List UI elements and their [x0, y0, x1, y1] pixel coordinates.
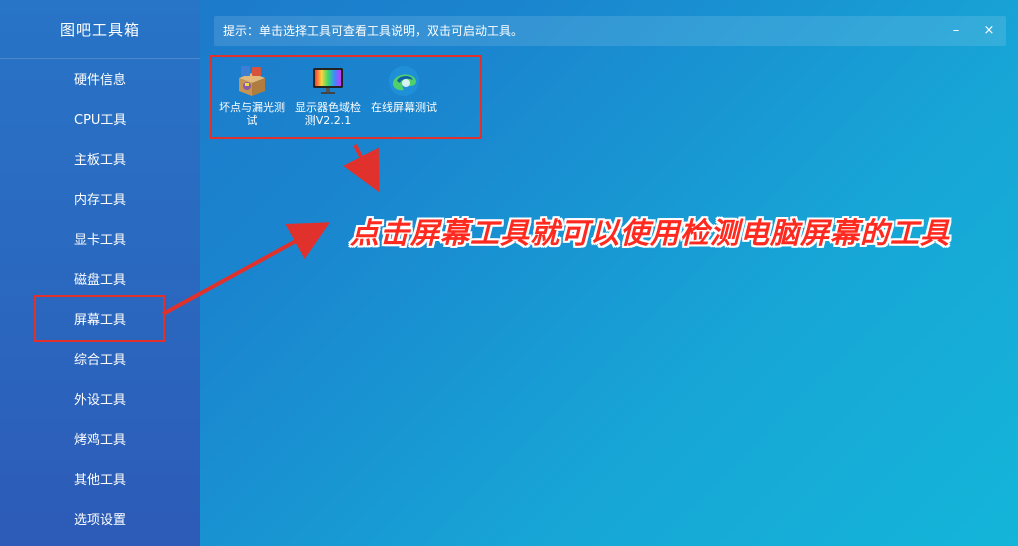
arrow-down-icon — [343, 144, 380, 193]
arrow-up-right-icon — [162, 222, 331, 316]
annotation-arrows — [162, 144, 380, 316]
annotation-callout: 点击屏幕工具就可以使用检测电脑屏幕的工具 — [350, 216, 951, 250]
